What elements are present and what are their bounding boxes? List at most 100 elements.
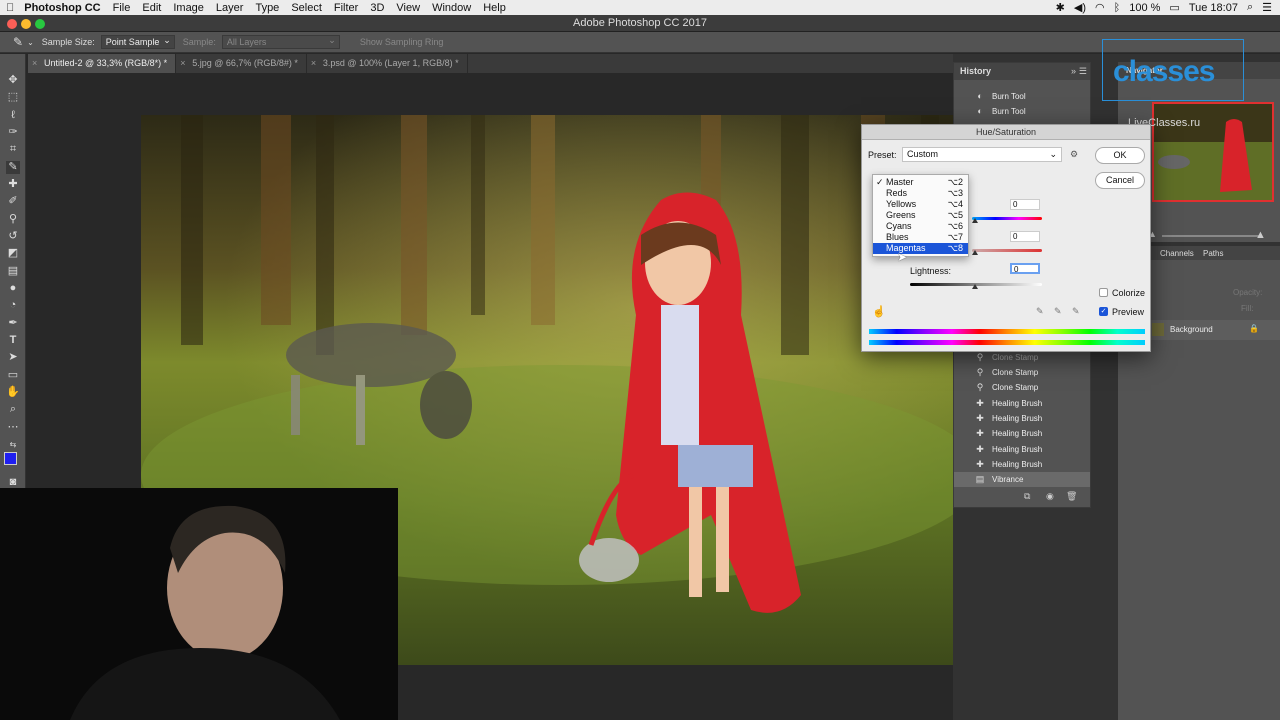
history-state[interactable]: ⚲ Clone Stamp [954, 380, 1090, 395]
tab-untitled-2[interactable]: × Untitled-2 @ 33,3% (RGB/8*) * [28, 54, 177, 73]
ok-button[interactable]: OK [1095, 147, 1145, 164]
colorize-label[interactable]: Colorize [1112, 288, 1145, 298]
channel-option-magentas[interactable]: Magentas ⌥8 [873, 243, 968, 254]
preset-select[interactable]: Custom ⌄ [902, 147, 1062, 162]
apple-icon[interactable]:  [0, 2, 20, 14]
more-tools-icon[interactable]: ⋯ [6, 421, 20, 434]
notification-center-icon[interactable]: ☰ [1262, 1, 1272, 14]
gradient-tool-icon[interactable]: ▤ [6, 265, 20, 278]
delete-state-icon[interactable]: 🗑 [1066, 491, 1077, 502]
minimize-window-button[interactable] [21, 19, 31, 29]
channel-option-blues[interactable]: Blues ⌥7 [873, 232, 968, 243]
history-state[interactable]: ✚ Healing Brush [954, 457, 1090, 472]
new-document-from-state-icon[interactable]: ⧉ [1024, 491, 1030, 502]
quick-select-tool-icon[interactable]: ✑ [6, 126, 20, 139]
preset-options-gear-icon[interactable]: ⚙ [1070, 149, 1078, 160]
targeted-adjustment-hand-icon[interactable]: ☝ [872, 305, 886, 318]
move-tool-icon[interactable]: ✥ [6, 74, 20, 87]
hue-slider-thumb[interactable] [972, 218, 978, 223]
type-tool-icon[interactable]: T [6, 334, 20, 347]
swap-colors-icon[interactable]: ⇆ [6, 438, 20, 451]
hand-tool-icon[interactable]: ✋ [6, 386, 20, 399]
menu-3d[interactable]: 3D [364, 2, 390, 14]
lightness-slider-thumb[interactable] [972, 284, 978, 289]
zoom-window-button[interactable] [35, 19, 45, 29]
add-to-sample-eyedropper-icon[interactable]: ✎ [1054, 306, 1062, 317]
preview-label[interactable]: Preview [1112, 307, 1144, 317]
hue-value[interactable]: 0 [1010, 199, 1040, 210]
history-state-current[interactable]: ▤ Vibrance [954, 472, 1090, 487]
history-state[interactable]: ✚ Healing Brush [954, 411, 1090, 426]
collapse-panel-icon[interactable]: » [1071, 66, 1076, 76]
channel-option-cyans[interactable]: Cyans ⌥6 [873, 221, 968, 232]
lightness-value[interactable]: 0 [1010, 263, 1040, 274]
show-sampling-ring-checkbox[interactable]: Show Sampling Ring [360, 37, 444, 47]
menu-view[interactable]: View [390, 2, 426, 14]
lock-icon[interactable]: 🔒 [1249, 324, 1259, 333]
close-tab-icon[interactable]: × [180, 54, 185, 73]
sample-size-select[interactable]: Point Sample [100, 34, 175, 49]
snapshot-camera-icon[interactable]: ◉ [1046, 491, 1054, 502]
menu-file[interactable]: File [107, 2, 137, 14]
menu-type[interactable]: Type [249, 2, 285, 14]
sample-select[interactable]: All Layers [221, 34, 340, 49]
spotlight-search-icon[interactable]: ⌕ [1247, 1, 1253, 14]
marquee-tool-icon[interactable]: ⬚ [6, 91, 20, 104]
lasso-tool-icon[interactable]: ℓ [6, 109, 20, 122]
dodge-tool-icon[interactable]: ◔ [6, 299, 20, 312]
pen-status-icon[interactable]: ✱ [1056, 1, 1065, 14]
volume-icon[interactable]: ◀) [1074, 1, 1086, 14]
eyedropper-tool-icon[interactable]: ✎ [6, 161, 20, 174]
bluetooth-icon[interactable]: ᛒ [1114, 2, 1121, 14]
tab-3-psd[interactable]: × 3.psd @ 100% (Layer 1, RGB/8) * [307, 54, 468, 73]
history-state[interactable]: ⚲ Clone Stamp [954, 365, 1090, 380]
close-tab-icon[interactable]: × [311, 54, 316, 73]
tab-5-jpg[interactable]: × 5.jpg @ 66,7% (RGB/8#) * [176, 54, 307, 73]
healing-brush-tool-icon[interactable]: ✚ [6, 178, 20, 191]
menu-select[interactable]: Select [285, 2, 328, 14]
history-state[interactable]: ◐ Burn Tool [954, 104, 1090, 119]
path-selection-tool-icon[interactable]: ➤ [6, 351, 20, 364]
foreground-color-swatch[interactable] [4, 452, 17, 465]
zoom-tool-icon[interactable]: ⌕ [6, 403, 20, 416]
clone-stamp-tool-icon[interactable]: ⚲ [6, 213, 20, 226]
history-state[interactable]: ✚ Healing Brush [954, 426, 1090, 441]
channel-option-greens[interactable]: Greens ⌥5 [873, 210, 968, 221]
subtract-from-sample-eyedropper-icon[interactable]: ✎ [1072, 306, 1080, 317]
colorize-checkbox[interactable] [1099, 288, 1108, 297]
history-panel-title[interactable]: History [954, 63, 1090, 80]
tab-channels[interactable]: Channels [1160, 249, 1194, 258]
menu-help[interactable]: Help [477, 2, 512, 14]
saturation-slider-thumb[interactable] [972, 250, 978, 255]
menu-edit[interactable]: Edit [136, 2, 167, 14]
saturation-slider[interactable] [972, 249, 1042, 252]
close-tab-icon[interactable]: × [32, 54, 37, 73]
layer-name[interactable]: Background [1170, 325, 1213, 334]
tab-paths[interactable]: Paths [1203, 249, 1223, 258]
channel-option-master[interactable]: ✓ Master ⌥2 [873, 177, 968, 188]
eyedropper-icon[interactable]: ✎ [1036, 306, 1044, 317]
pen-tool-icon[interactable]: ✒ [6, 317, 20, 330]
eyedropper-icon[interactable]: ✎ [13, 35, 23, 49]
menu-window[interactable]: Window [426, 2, 477, 14]
history-state[interactable]: ◐ Burn Tool [954, 89, 1090, 104]
saturation-value[interactable]: 0 [1010, 231, 1040, 242]
preview-checkbox[interactable]: ✓ [1099, 307, 1108, 316]
crop-tool-icon[interactable]: ⌗ [6, 143, 20, 156]
menu-filter[interactable]: Filter [328, 2, 364, 14]
menu-layer[interactable]: Layer [210, 2, 250, 14]
menu-image[interactable]: Image [167, 2, 210, 14]
battery-icon[interactable]: ▭ [1169, 1, 1179, 14]
channel-option-yellows[interactable]: Yellows ⌥4 [873, 199, 968, 210]
hue-slider[interactable] [972, 217, 1042, 220]
brush-tool-icon[interactable]: ✐ [6, 195, 20, 208]
clock[interactable]: Tue 18:07 [1189, 2, 1238, 14]
panel-menu-icon[interactable]: ☰ [1079, 66, 1087, 77]
history-state[interactable]: ✚ Healing Brush [954, 396, 1090, 411]
blur-tool-icon[interactable]: ● [6, 282, 20, 295]
zoom-in-icon[interactable]: ▲ [1255, 229, 1266, 241]
close-window-button[interactable] [7, 19, 17, 29]
history-state[interactable]: ⚲ Clone Stamp [954, 350, 1090, 365]
navigator-zoom-slider[interactable] [1162, 235, 1262, 237]
history-state[interactable]: ✚ Healing Brush [954, 442, 1090, 457]
